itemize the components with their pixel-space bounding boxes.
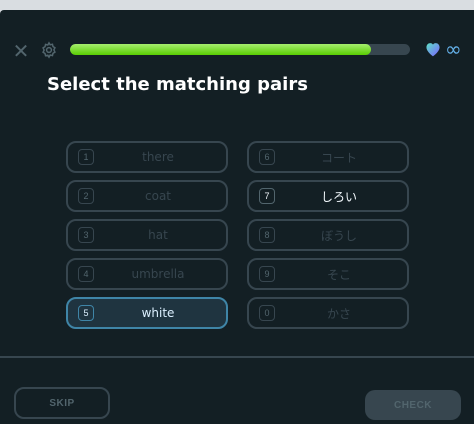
tile-word: coat <box>145 189 171 203</box>
lesson-screen: ✕ ∞ Select the matching pairs 1 there 2 coa… <box>0 10 474 424</box>
tile-word: コート <box>320 150 357 165</box>
match-tile[interactable]: 5 white <box>66 297 228 329</box>
tile-number: 9 <box>259 266 275 282</box>
tile-word: white <box>141 306 175 320</box>
match-tile[interactable]: 6 コート <box>247 141 409 173</box>
tile-number: 4 <box>78 266 94 282</box>
match-tile[interactable]: 3 hat <box>66 219 228 251</box>
lesson-progress-bar <box>70 44 410 55</box>
tile-number: 3 <box>78 227 94 243</box>
heart-icon <box>426 43 440 57</box>
match-tile[interactable]: 7 しろい <box>247 180 409 212</box>
progress-fill <box>70 44 371 55</box>
tile-word: かさ <box>326 306 351 321</box>
tile-word: ぼうし <box>320 228 357 243</box>
hearts-count: ∞ <box>445 37 462 61</box>
match-tile[interactable]: 0 かさ <box>247 297 409 329</box>
match-tile[interactable]: 1 there <box>66 141 228 173</box>
tile-word: そこ <box>326 267 351 282</box>
footer-divider <box>0 356 474 358</box>
skip-button[interactable]: SKIP <box>14 387 110 419</box>
tile-number: 8 <box>259 227 275 243</box>
tile-word: there <box>142 150 174 164</box>
tile-number: 1 <box>78 149 94 165</box>
tile-word: hat <box>148 228 168 242</box>
match-tile[interactable]: 4 umbrella <box>66 258 228 290</box>
match-tile[interactable]: 8 ぼうし <box>247 219 409 251</box>
page-title: Select the matching pairs <box>47 74 308 95</box>
tile-word: umbrella <box>131 267 185 281</box>
match-tile[interactable]: 2 coat <box>66 180 228 212</box>
close-icon[interactable]: ✕ <box>12 41 30 61</box>
gear-icon[interactable] <box>40 41 58 59</box>
tile-number: 5 <box>78 305 94 321</box>
tile-number: 7 <box>259 188 275 204</box>
check-button[interactable]: CHECK <box>365 390 461 420</box>
match-tile[interactable]: 9 そこ <box>247 258 409 290</box>
tile-number: 0 <box>259 305 275 321</box>
tile-number: 6 <box>259 149 275 165</box>
hearts-indicator[interactable]: ∞ <box>424 37 462 61</box>
tile-number: 2 <box>78 188 94 204</box>
tile-word: しろい <box>320 189 357 204</box>
